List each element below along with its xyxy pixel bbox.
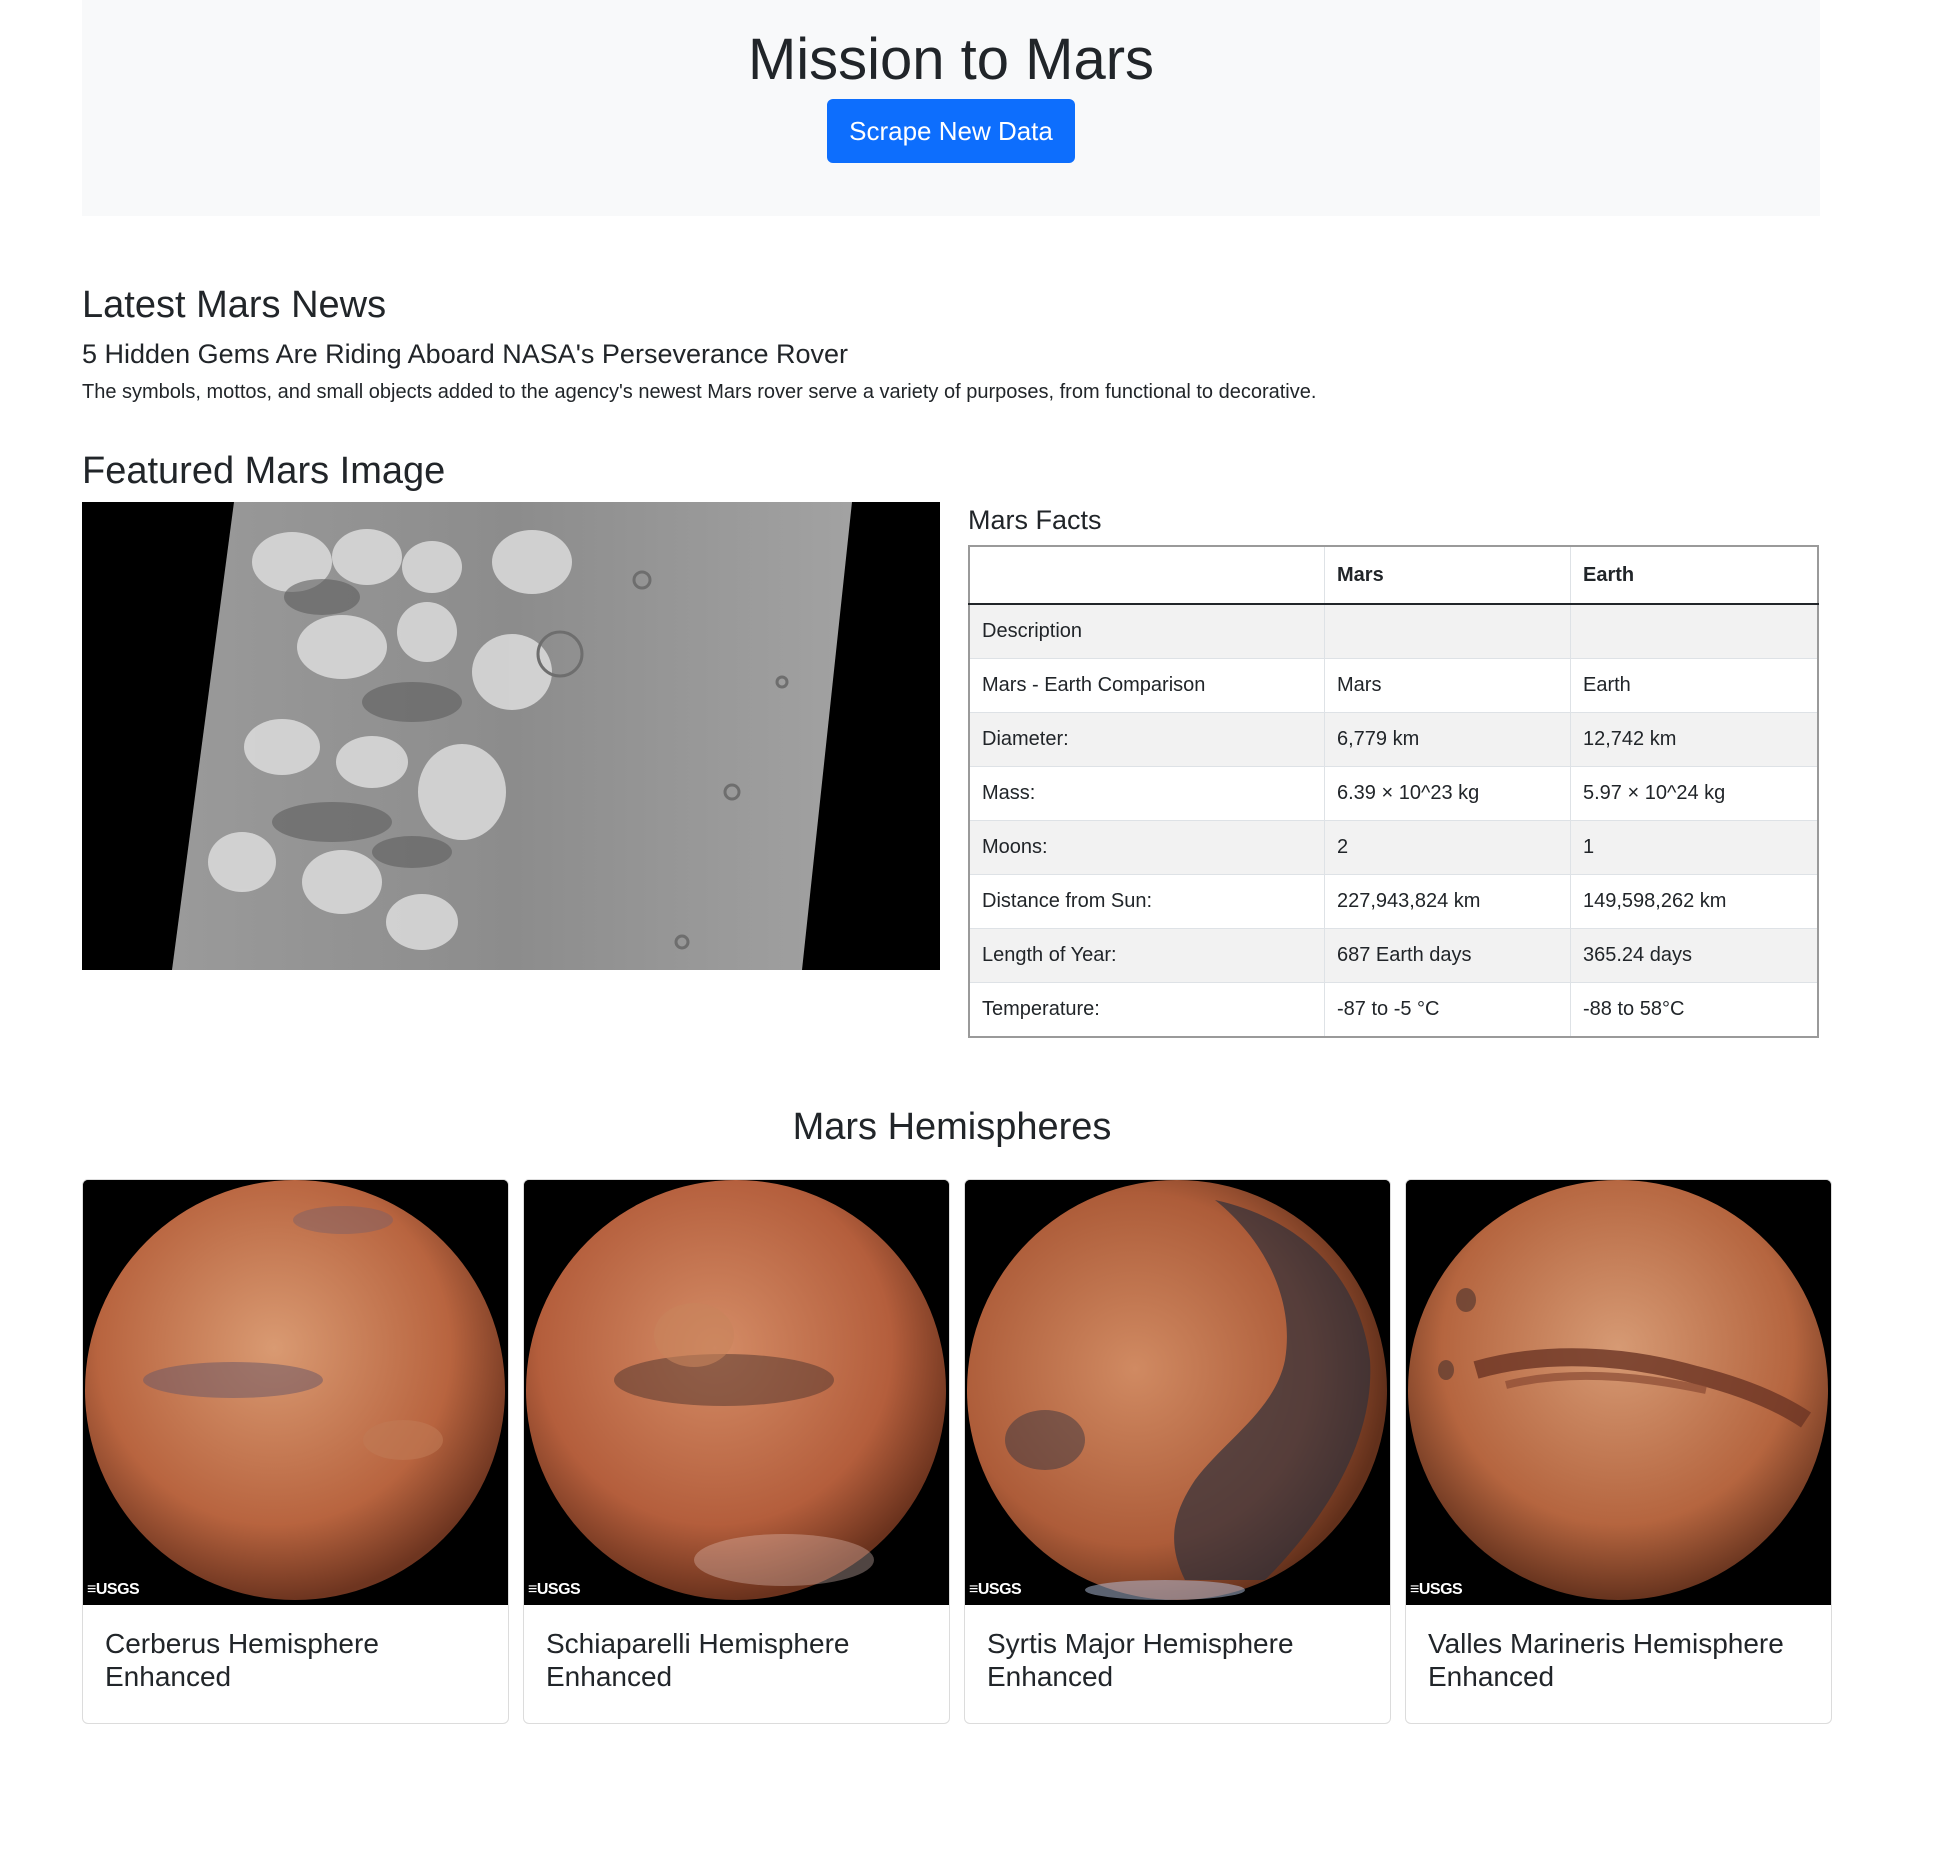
hemisphere-title[interactable]: Cerberus Hemisphere Enhanced xyxy=(105,1627,465,1693)
hemisphere-card-schiaparelli[interactable]: ≡USGS Schiaparelli Hemisphere Enhanced xyxy=(523,1179,950,1724)
hemisphere-image[interactable]: ≡USGS xyxy=(524,1180,949,1605)
hemisphere-card-valles-marineris[interactable]: ≡USGS Valles Marineris Hemisphere Enhanc… xyxy=(1405,1179,1832,1724)
header-jumbotron: Mission to Mars Scrape New Data xyxy=(82,0,1820,216)
news-headline: 5 Hidden Gems Are Riding Aboard NASA's P… xyxy=(82,339,849,369)
usgs-logo: ≡USGS xyxy=(1410,1581,1463,1598)
facts-cell: 1 xyxy=(1570,820,1819,875)
facts-cell: 687 Earth days xyxy=(1324,928,1571,983)
scrape-new-data-button[interactable]: Scrape New Data xyxy=(827,99,1075,163)
facts-cell: 6.39 × 10^23 kg xyxy=(1324,766,1571,821)
hemisphere-title[interactable]: Valles Marineris Hemisphere Enhanced xyxy=(1428,1627,1788,1693)
facts-header-cell: Mars xyxy=(1324,545,1571,605)
hemispheres-section-title: Mars Hemispheres xyxy=(792,1106,1112,1148)
facts-cell: Diameter: xyxy=(968,712,1325,767)
table-row: Diameter: 6,779 km 12,742 km xyxy=(968,712,1819,767)
hemisphere-image[interactable]: ≡USGS xyxy=(1406,1180,1831,1605)
facts-cell xyxy=(1324,603,1571,659)
hemisphere-image[interactable]: ≡USGS xyxy=(965,1180,1390,1605)
facts-cell: 5.97 × 10^24 kg xyxy=(1570,766,1819,821)
table-row: Temperature: -87 to -5 °C -88 to 58°C xyxy=(968,982,1819,1038)
facts-cell: Moons: xyxy=(968,820,1325,875)
facts-cell: Mass: xyxy=(968,766,1325,821)
facts-cell: 6,779 km xyxy=(1324,712,1571,767)
facts-header-cell: Earth xyxy=(1570,545,1819,605)
table-row: Mars - Earth Comparison Mars Earth xyxy=(968,658,1819,713)
facts-cell: Mars - Earth Comparison xyxy=(968,658,1325,713)
news-teaser: The symbols, mottos, and small objects a… xyxy=(82,381,1317,403)
facts-cell: 365.24 days xyxy=(1570,928,1819,983)
usgs-logo: ≡USGS xyxy=(87,1581,140,1598)
table-row: Mass: 6.39 × 10^23 kg 5.97 × 10^24 kg xyxy=(968,766,1819,821)
facts-cell: Length of Year: xyxy=(968,928,1325,983)
facts-header-row: Mars Earth xyxy=(968,545,1819,605)
hemisphere-card-cerberus[interactable]: ≡USGS Cerberus Hemisphere Enhanced xyxy=(82,1179,509,1724)
facts-cell: Temperature: xyxy=(968,982,1325,1038)
news-section-title: Latest Mars News xyxy=(82,284,387,326)
facts-cell: Description xyxy=(968,603,1325,659)
hemisphere-image[interactable]: ≡USGS xyxy=(83,1180,508,1605)
mars-facts-table: Mars Earth Description Mars - Earth Comp… xyxy=(968,545,1819,1038)
facts-cell: 2 xyxy=(1324,820,1571,875)
facts-cell: 12,742 km xyxy=(1570,712,1819,767)
hemisphere-title[interactable]: Schiaparelli Hemisphere Enhanced xyxy=(546,1627,906,1693)
featured-section-title: Featured Mars Image xyxy=(82,450,446,492)
usgs-logo: ≡USGS xyxy=(969,1581,1022,1598)
facts-cell: Earth xyxy=(1570,658,1819,713)
mars-facts-title: Mars Facts xyxy=(968,505,1102,535)
usgs-logo: ≡USGS xyxy=(528,1581,581,1598)
facts-cell: Mars xyxy=(1324,658,1571,713)
featured-mars-image xyxy=(82,502,940,970)
table-row: Moons: 2 1 xyxy=(968,820,1819,875)
table-row: Distance from Sun: 227,943,824 km 149,59… xyxy=(968,874,1819,929)
table-row: Description xyxy=(968,603,1819,659)
hemisphere-card-syrtis-major[interactable]: ≡USGS Syrtis Major Hemisphere Enhanced xyxy=(964,1179,1391,1724)
table-row: Length of Year: 687 Earth days 365.24 da… xyxy=(968,928,1819,983)
hemisphere-title[interactable]: Syrtis Major Hemisphere Enhanced xyxy=(987,1627,1347,1693)
facts-cell: Distance from Sun: xyxy=(968,874,1325,929)
page-title: Mission to Mars xyxy=(747,27,1155,92)
facts-cell: 149,598,262 km xyxy=(1570,874,1819,929)
facts-cell xyxy=(1570,603,1819,659)
facts-header-cell xyxy=(968,545,1325,605)
facts-cell: -87 to -5 °C xyxy=(1324,982,1571,1038)
facts-cell: 227,943,824 km xyxy=(1324,874,1571,929)
facts-cell: -88 to 58°C xyxy=(1570,982,1819,1038)
